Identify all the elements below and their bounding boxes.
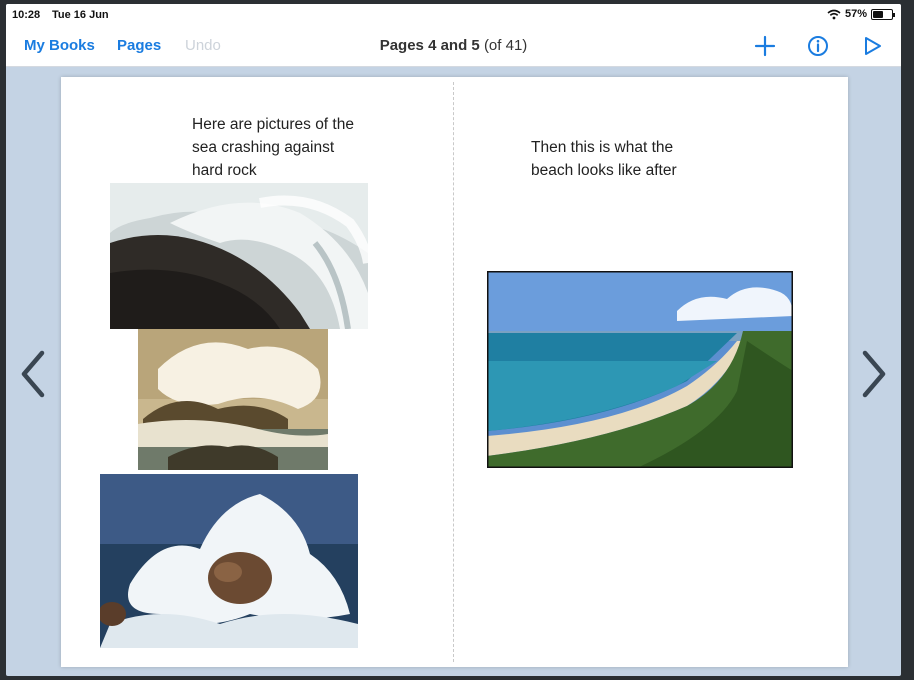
- book-spread: Here are pictures of the sea crashing ag…: [61, 77, 848, 667]
- sunset-spray-photo[interactable]: [138, 329, 328, 470]
- page-title-count: (of 41): [483, 37, 528, 54]
- app-screen: 10:28 Tue 16 Jun 57% My Books Pages Undo…: [6, 4, 901, 676]
- status-right: 57%: [827, 8, 895, 20]
- next-page-button[interactable]: [857, 347, 891, 401]
- nav-bar: My Books Pages Undo Pages 4 and 5 (of 41…: [6, 26, 901, 67]
- page-divider: [453, 82, 454, 662]
- chevron-right-icon: [862, 350, 886, 398]
- left-page-text[interactable]: Here are pictures of the sea crashing ag…: [192, 113, 354, 182]
- splash-boulder-photo[interactable]: [100, 474, 358, 648]
- battery-percent: 57%: [844, 8, 867, 20]
- info-button[interactable]: [806, 34, 830, 58]
- beach-coastline-photo[interactable]: [487, 271, 793, 468]
- right-page-text[interactable]: Then this is what the beach looks like a…: [531, 136, 677, 182]
- wifi-icon: [827, 9, 841, 19]
- left-text-line-1: Here are pictures of the: [192, 116, 354, 133]
- status-date: Tue 16 Jun: [52, 9, 109, 21]
- info-icon: [808, 36, 828, 56]
- add-button[interactable]: [753, 34, 777, 58]
- left-text-line-3: hard rock: [192, 162, 257, 179]
- play-icon: [865, 37, 881, 55]
- battery-icon: [871, 8, 895, 20]
- status-bar: 10:28 Tue 16 Jun 57%: [6, 4, 901, 26]
- left-text-line-2: sea crashing against: [192, 139, 335, 156]
- plus-icon: [754, 35, 776, 57]
- right-text-line-2: beach looks like after: [531, 162, 677, 179]
- page-title-main: Pages 4 and 5: [379, 37, 480, 54]
- wave-cliff-photo[interactable]: [110, 183, 368, 329]
- previous-page-button[interactable]: [16, 347, 50, 401]
- chevron-left-icon: [21, 350, 45, 398]
- play-button[interactable]: [860, 34, 884, 58]
- right-text-line-1: Then this is what the: [531, 139, 674, 156]
- battery-fill: [873, 10, 884, 18]
- status-time: 10:28: [12, 9, 41, 21]
